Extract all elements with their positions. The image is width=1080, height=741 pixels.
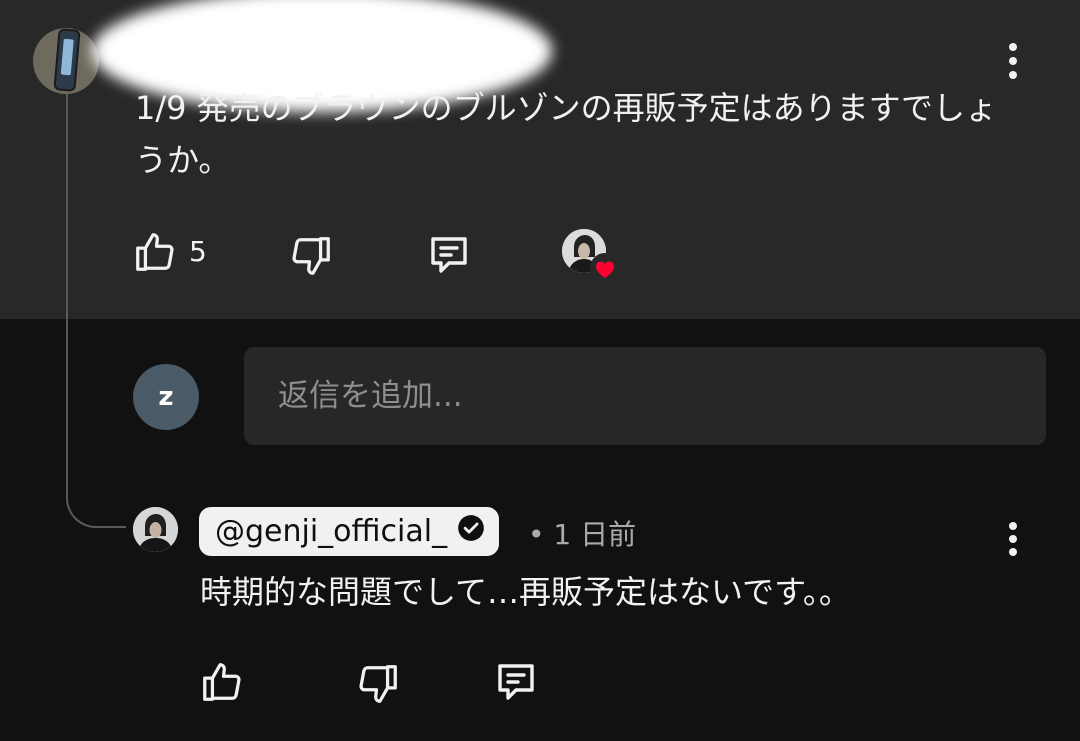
phone-photo: [55, 30, 79, 90]
verified-check-icon: [457, 514, 485, 550]
thumbs-up-icon[interactable]: [132, 229, 178, 275]
reply-author-avatar[interactable]: [133, 507, 178, 552]
more-vert-icon[interactable]: [1007, 522, 1019, 556]
thumbs-down-icon[interactable]: [288, 233, 334, 279]
reply-author-handle: @genji_official_: [215, 514, 448, 549]
commenter-avatar[interactable]: [33, 28, 99, 94]
thread-connector-line: [66, 92, 126, 528]
reply-timestamp: • 1 日前: [528, 518, 637, 551]
more-vert-icon[interactable]: [1007, 43, 1019, 79]
comment-icon[interactable]: [492, 658, 540, 706]
comment-icon[interactable]: [425, 231, 473, 279]
heart-icon: [589, 253, 621, 287]
reply-text: 時期的な問題でして…再販予定はないです。。: [200, 573, 851, 611]
thumbs-up-icon[interactable]: [199, 659, 245, 705]
channel-owner-chip[interactable]: @genji_official_: [199, 507, 500, 556]
current-user-avatar: z: [133, 364, 199, 430]
like-count: 5: [189, 235, 207, 268]
thumbs-down-icon[interactable]: [355, 661, 401, 707]
comment-text: 1/9 発売のブラウンのブルゾンの再販予定はありますでしょうか。: [135, 89, 997, 179]
reply-input[interactable]: [244, 347, 1046, 445]
